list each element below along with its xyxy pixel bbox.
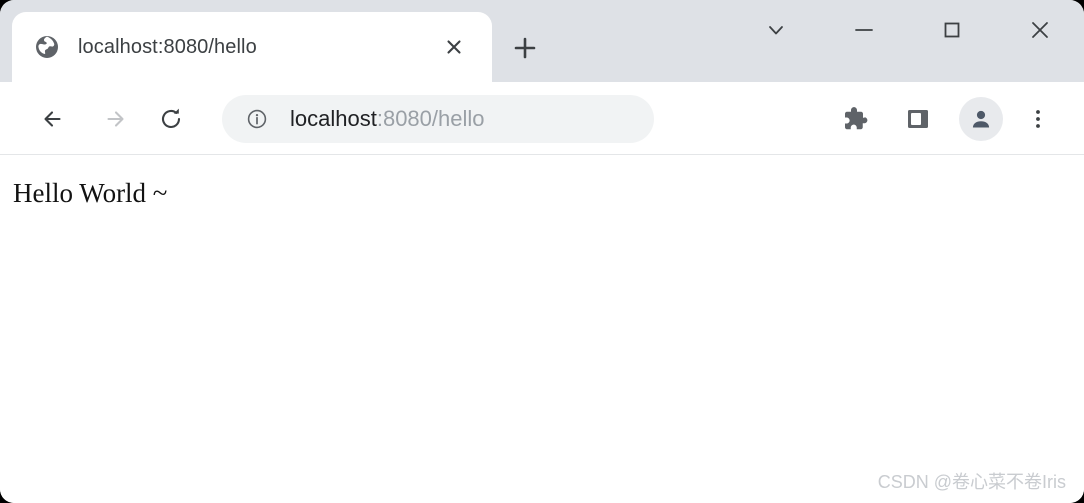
arrow-left-icon: [44, 110, 61, 127]
info-circle-icon[interactable]: [246, 108, 268, 130]
address-bar-url[interactable]: localhost:8080/hello: [290, 106, 485, 132]
page-viewport: Hello World ~ CSDN @卷心菜不卷Iris: [0, 155, 1084, 503]
minimize-icon: [855, 29, 873, 31]
puzzle-icon: [845, 106, 868, 129]
tab-search-button[interactable]: [732, 1, 820, 59]
arrow-right-icon: [107, 110, 124, 127]
reload-button[interactable]: [148, 96, 194, 142]
globe-icon: [34, 34, 60, 60]
chevron-down-icon: [769, 26, 783, 35]
maximize-icon: [944, 22, 960, 38]
tab-strip: localhost:8080/hello: [0, 0, 1084, 82]
person-icon: [972, 110, 990, 127]
chrome-menu-button[interactable]: [1018, 96, 1058, 142]
browser-window: localhost:8080/hello localhost:8080/hell…: [0, 0, 1084, 503]
tab-title: localhost:8080/hello: [78, 35, 257, 58]
close-icon: [1032, 22, 1048, 38]
url-path: :8080/hello: [376, 105, 485, 131]
browser-tab[interactable]: localhost:8080/hello: [12, 12, 492, 82]
new-tab-button[interactable]: [503, 26, 547, 70]
reload-icon: [161, 108, 181, 128]
close-button[interactable]: [996, 1, 1084, 59]
side-panel-icon: [908, 109, 928, 128]
close-icon[interactable]: [434, 27, 474, 67]
window-controls: [732, 0, 1084, 60]
page-heading: Hello World ~: [13, 178, 168, 208]
back-button[interactable]: [32, 96, 78, 142]
forward-button[interactable]: [90, 96, 136, 142]
extensions-button[interactable]: [831, 96, 877, 142]
url-host: localhost: [290, 105, 377, 131]
address-bar[interactable]: localhost:8080/hello: [222, 94, 655, 143]
browser-toolbar: localhost:8080/hello: [0, 82, 1084, 155]
three-dots-icon: [1036, 109, 1040, 128]
watermark: CSDN @卷心菜不卷Iris: [877, 472, 1066, 492]
maximize-button[interactable]: [908, 1, 996, 59]
minimize-button[interactable]: [820, 1, 908, 59]
plus-icon: [514, 37, 536, 59]
side-panel-button[interactable]: [895, 96, 941, 142]
profile-button[interactable]: [959, 96, 1003, 141]
